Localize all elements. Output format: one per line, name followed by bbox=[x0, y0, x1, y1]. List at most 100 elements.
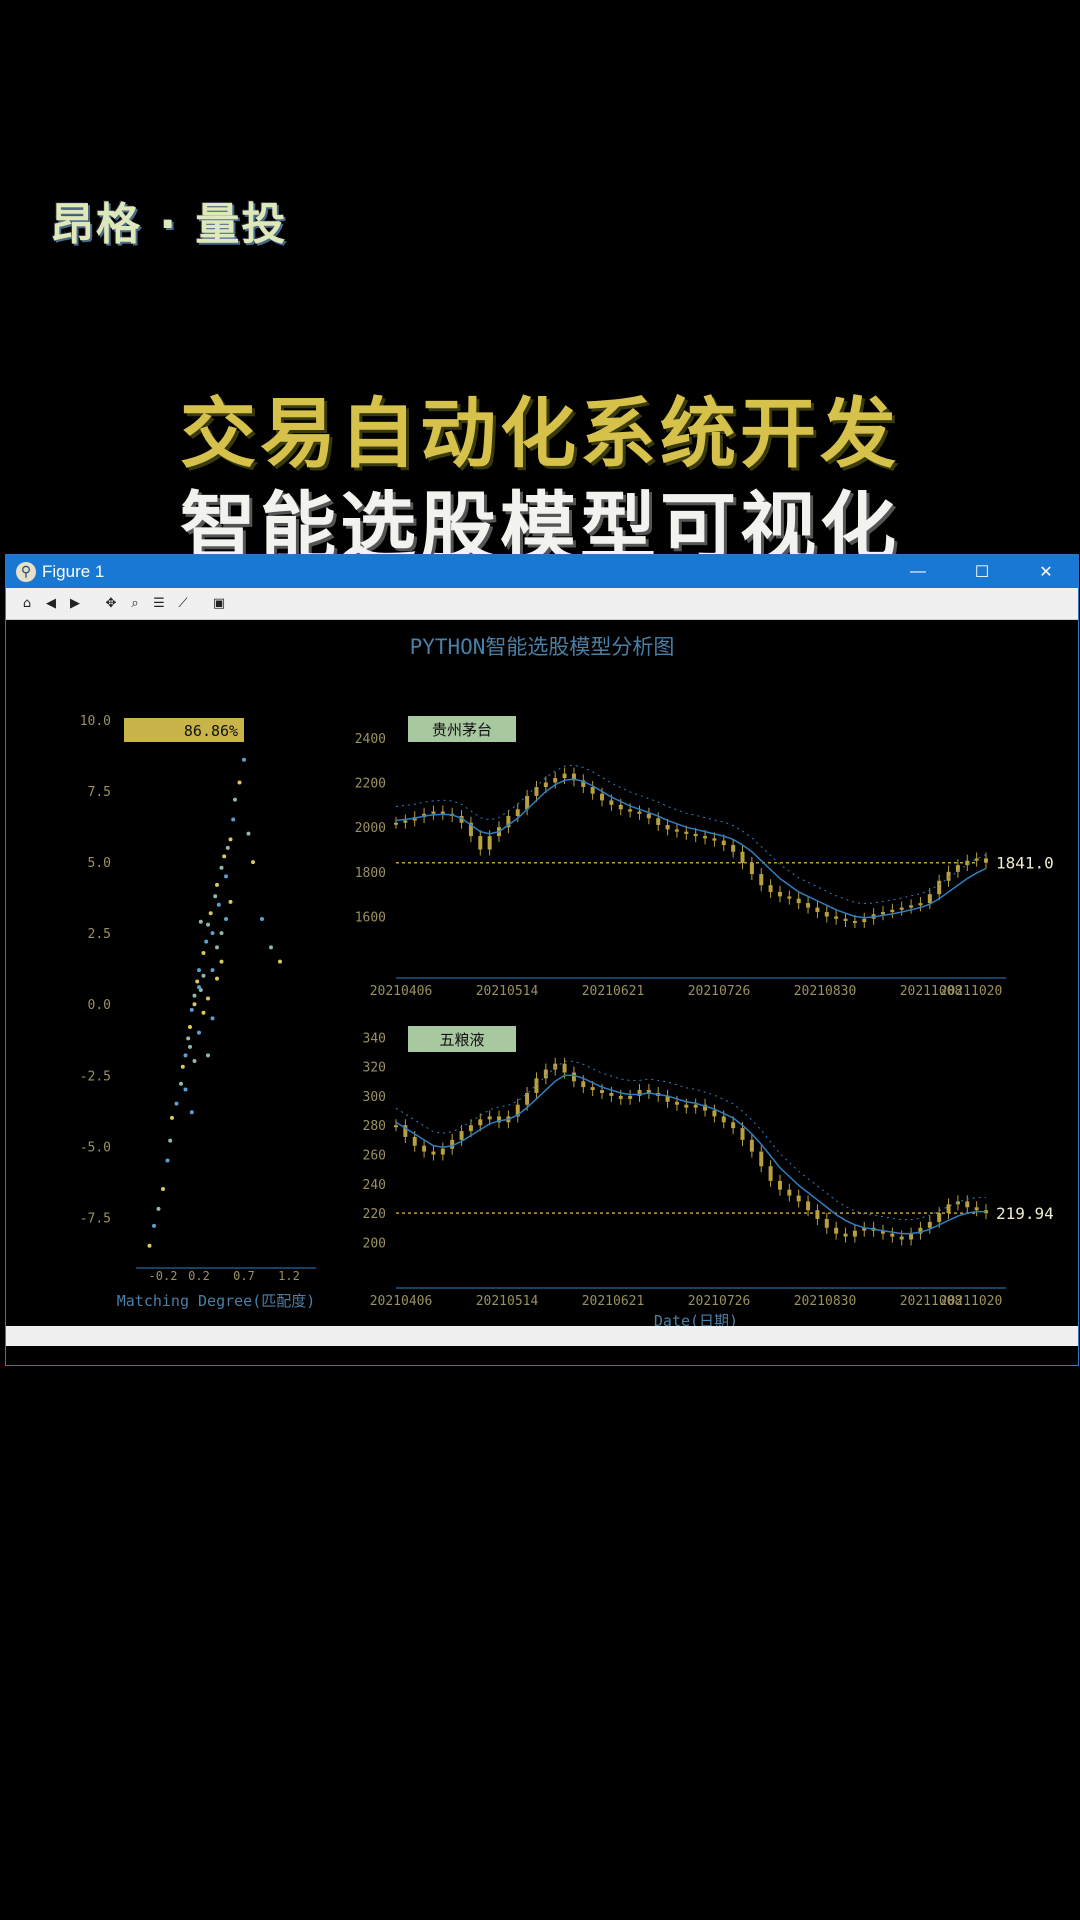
candle-body bbox=[965, 860, 970, 866]
moving-average-line bbox=[395, 1074, 986, 1235]
candle-body bbox=[815, 907, 820, 913]
last-price-label: 1841.0 bbox=[996, 854, 1054, 873]
candle-body bbox=[571, 1072, 576, 1082]
scatter-point bbox=[278, 959, 282, 964]
price-ytick-label: 1600 bbox=[355, 911, 386, 926]
candle-body bbox=[890, 909, 895, 913]
scatter-xtick-label: -0.2 bbox=[149, 1269, 178, 1283]
pan-icon[interactable]: ✥ bbox=[100, 593, 122, 615]
candle-body bbox=[703, 836, 708, 839]
candle-body bbox=[843, 918, 848, 921]
scatter-point bbox=[242, 757, 246, 762]
price-xtick-label: 20210514 bbox=[476, 1294, 539, 1309]
figure-canvas[interactable]: PYTHON智能选股模型分析图 86.86% 10.0 7.5 5.0 2.5 0.0 -2… bbox=[6, 620, 1078, 1346]
candle-body bbox=[899, 1236, 904, 1240]
maximize-button[interactable]: ☐ bbox=[950, 555, 1014, 588]
scatter-point bbox=[215, 945, 219, 950]
candle-body bbox=[768, 885, 773, 892]
scatter-point bbox=[165, 1158, 170, 1163]
save-icon[interactable]: ▣ bbox=[208, 593, 230, 615]
scatter-point bbox=[215, 976, 219, 981]
price-ytick-label: 2400 bbox=[355, 732, 386, 747]
candle-body bbox=[899, 907, 904, 910]
scatter-point bbox=[192, 1059, 197, 1064]
scatter-ytick-label: 7.5 bbox=[88, 785, 111, 800]
candle-body bbox=[787, 896, 792, 899]
scatter-point bbox=[183, 1053, 188, 1058]
window-title: Figure 1 bbox=[42, 561, 105, 581]
zoom-icon[interactable]: ⌕ bbox=[124, 593, 146, 615]
candle-body bbox=[665, 824, 670, 830]
price-xtick-label: 20210621 bbox=[582, 984, 645, 999]
scatter-point bbox=[269, 945, 273, 950]
window-titlebar[interactable]: ⚲ Figure 1 — ☐ ✕ bbox=[6, 555, 1078, 588]
scatter-ytick-label: 10.0 bbox=[80, 714, 111, 729]
candle-body bbox=[693, 833, 698, 837]
price-xtick-label: 20211020 bbox=[940, 1294, 1003, 1309]
candle-body bbox=[974, 1207, 979, 1211]
candle-body bbox=[937, 1213, 942, 1222]
scatter-point bbox=[188, 1024, 192, 1029]
back-arrow-icon[interactable]: ◀ bbox=[40, 593, 62, 615]
last-price-label: 219.94 bbox=[996, 1204, 1054, 1223]
candle-body bbox=[394, 1125, 398, 1128]
price-ytick-label: 300 bbox=[363, 1090, 386, 1105]
candle-body bbox=[843, 1233, 848, 1237]
candle-body bbox=[927, 1221, 932, 1228]
scatter-point bbox=[225, 845, 230, 850]
scatter-point bbox=[219, 931, 224, 936]
scatter-point bbox=[192, 993, 197, 998]
scatter-ytick-label: 2.5 bbox=[88, 927, 111, 942]
status-bar bbox=[6, 1326, 1078, 1346]
price-xtick-label: 20210726 bbox=[688, 984, 751, 999]
candle-body bbox=[553, 778, 558, 783]
line-chart-moutai: 贵州茅台 2400 2200 2000 1800 1600 1841.0 20210406 20… bbox=[355, 716, 1054, 999]
scatter-point bbox=[219, 865, 224, 870]
candle-body bbox=[852, 1230, 857, 1237]
scatter-point bbox=[210, 1016, 215, 1021]
configure-subplots-icon[interactable]: ☰ bbox=[148, 593, 170, 615]
candle-body bbox=[712, 1110, 717, 1117]
price-xtick-label: 20210830 bbox=[794, 1294, 857, 1309]
scatter-point bbox=[251, 860, 255, 865]
scatter-point bbox=[197, 968, 201, 973]
brand-logo-text: 昂格 · 量投 bbox=[50, 199, 288, 250]
price-ytick-label: 1800 bbox=[355, 866, 386, 881]
candle-body bbox=[525, 1092, 530, 1105]
price-xtick-label: 20210830 bbox=[794, 984, 857, 999]
candle-body bbox=[824, 912, 829, 917]
candle-body bbox=[590, 1087, 595, 1091]
scatter-xlabel: Matching Degree(匹配度) bbox=[117, 1292, 316, 1310]
candle-body bbox=[806, 903, 811, 908]
scatter-point bbox=[206, 922, 210, 927]
scatter-point bbox=[183, 1087, 188, 1092]
scatter-point bbox=[198, 919, 203, 924]
scatter-point bbox=[192, 1002, 197, 1007]
stock-name-label: 五粮液 bbox=[439, 1031, 484, 1049]
candle-body bbox=[431, 1151, 436, 1155]
candle-body bbox=[543, 1069, 548, 1079]
candle-body bbox=[412, 1136, 417, 1146]
candle-body bbox=[581, 1081, 586, 1088]
line-chart-wuliangye: 五粮液 340 320 300 280 260 240 220 200 219.94 2021040… bbox=[363, 1026, 1054, 1330]
scatter-point bbox=[201, 973, 206, 978]
forward-arrow-icon[interactable]: ▶ bbox=[64, 593, 86, 615]
candle-body bbox=[937, 880, 942, 895]
scatter-chart: 86.86% 10.0 7.5 5.0 2.5 0.0 -2.5 -5.0 -7.5 -0.2 0.… bbox=[80, 714, 316, 1310]
scatter-point bbox=[201, 1010, 206, 1015]
scatter-point bbox=[224, 916, 228, 921]
scatter-point bbox=[246, 831, 251, 836]
scatter-point bbox=[237, 780, 242, 785]
scatter-ytick-label: -2.5 bbox=[80, 1069, 111, 1084]
scatter-point bbox=[224, 874, 228, 879]
close-button[interactable]: ✕ bbox=[1014, 555, 1078, 588]
candle-body bbox=[534, 786, 539, 796]
candle-body bbox=[946, 871, 951, 881]
home-icon[interactable]: ⌂ bbox=[16, 593, 38, 615]
price-xtick-label: 20210726 bbox=[688, 1294, 751, 1309]
scatter-point bbox=[152, 1223, 156, 1228]
minimize-button[interactable]: — bbox=[886, 555, 950, 588]
scatter-point bbox=[216, 902, 221, 907]
edit-axis-icon[interactable]: ⟋ bbox=[172, 593, 194, 615]
upper-band-line bbox=[395, 1060, 986, 1221]
